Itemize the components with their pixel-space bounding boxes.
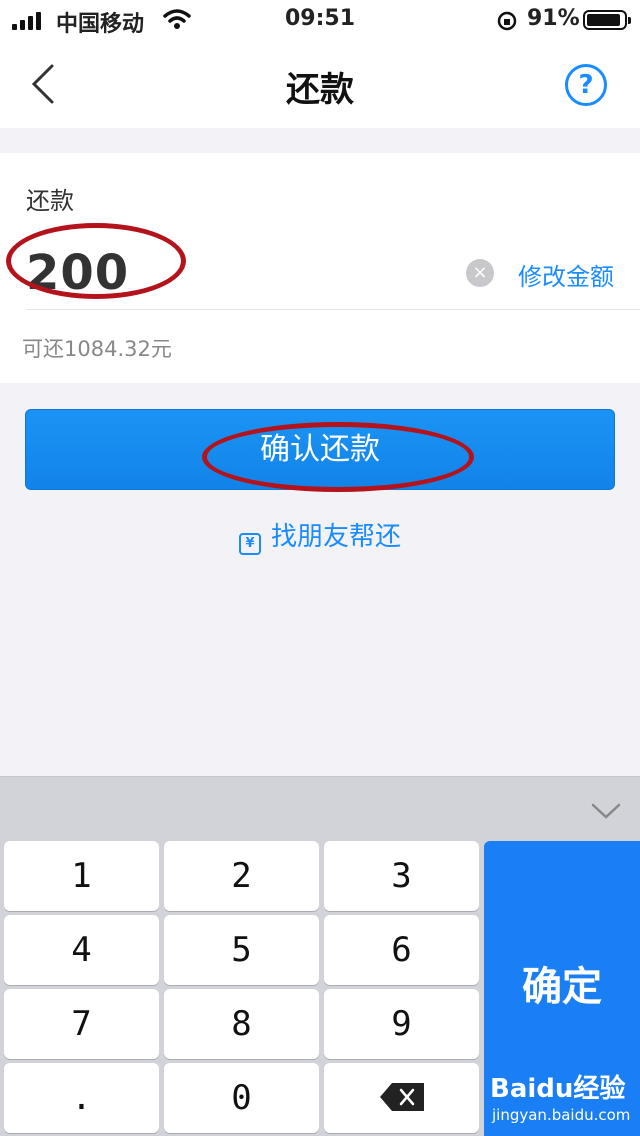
chat-yuan-icon: ¥ [238,533,261,555]
orientation-lock-icon [497,11,517,31]
backspace-icon [379,1082,424,1111]
key-4[interactable]: 4 [4,915,159,985]
watermark-url: jingyan.baidu.com [492,1106,631,1124]
ask-friend-link[interactable]: ¥ 找朋友帮还 [0,516,640,555]
key-9[interactable]: 9 [324,989,479,1059]
key-dot[interactable]: . [4,1063,159,1133]
backspace-key[interactable] [324,1063,479,1133]
help-icon[interactable]: ? [565,64,607,106]
battery-icon [583,10,631,30]
page-title: 还款 [286,70,354,110]
key-7[interactable]: 7 [4,989,159,1059]
key-6[interactable]: 6 [324,915,479,985]
available-amount: 可还1084.32元 [22,337,172,361]
clear-icon[interactable]: × [466,259,494,287]
annotation-circle [202,422,474,492]
battery-percent: 91% [527,6,580,31]
key-0[interactable]: 0 [164,1063,319,1133]
repay-label: 还款 [26,187,74,215]
watermark-brand: Baidu经验 [490,1074,626,1104]
status-bar: 中国移动 09:51 91% [0,0,640,40]
key-5[interactable]: 5 [164,915,319,985]
modify-amount-link[interactable]: 修改金额 [518,257,614,292]
nav-bar: 还款 ? [0,40,640,128]
hide-keyboard-chevron-icon[interactable] [590,801,622,821]
baidu-watermark: Baidu经验 jingyan.baidu.com [490,1068,640,1130]
divider [26,309,640,310]
key-2[interactable]: 2 [164,841,319,911]
key-3[interactable]: 3 [324,841,479,911]
repay-card: 还款 200 × 修改金额 可还1084.32元 [0,153,640,383]
key-8[interactable]: 8 [164,989,319,1059]
annotation-circle [6,223,186,299]
key-1[interactable]: 1 [4,841,159,911]
ask-friend-label: 找朋友帮还 [270,522,401,552]
